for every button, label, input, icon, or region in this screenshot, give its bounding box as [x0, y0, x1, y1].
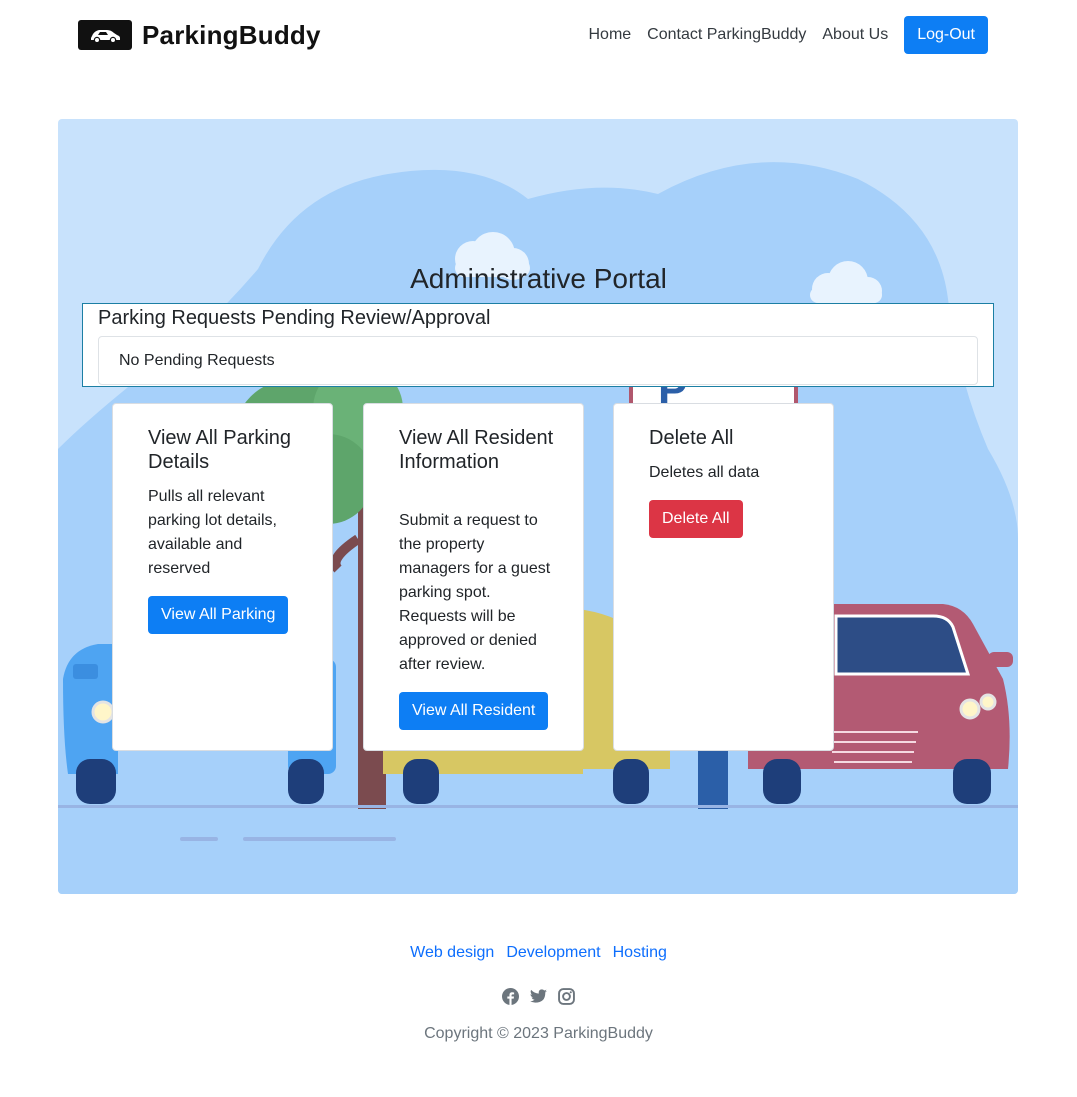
footer-links: Web design Development Hosting	[0, 944, 1077, 962]
nav-home[interactable]: Home	[588, 26, 631, 44]
nav-links: Home Contact ParkingBuddy About Us Log-O…	[588, 16, 988, 54]
card-view-parking: View All Parking Details Pulls all relev…	[112, 403, 333, 751]
copyright-text: Copyright © 2023 ParkingBuddy	[424, 1025, 653, 1042]
page-title: Administrative Portal	[410, 263, 667, 294]
card-delete-all: Delete All Deletes all data Delete All	[613, 403, 834, 751]
card-text: Submit a request to the property manager…	[399, 512, 551, 673]
facebook-icon[interactable]	[502, 987, 520, 1005]
card-text: Deletes all data	[649, 464, 760, 481]
brand[interactable]: ParkingBuddy	[78, 17, 321, 53]
nav-about[interactable]: About Us	[822, 26, 888, 44]
instagram-icon[interactable]	[558, 987, 576, 1005]
logout-button[interactable]: Log-Out	[904, 16, 988, 54]
footer-link-web-design[interactable]: Web design	[410, 944, 494, 962]
pending-requests-panel: Parking Requests Pending Review/Approval…	[82, 303, 994, 387]
pending-requests-title: Parking Requests Pending Review/Approval	[98, 307, 491, 329]
brand-name: ParkingBuddy	[142, 19, 321, 50]
card-title: Delete All	[649, 427, 734, 449]
pending-requests-list: No Pending Requests	[98, 336, 978, 385]
twitter-icon[interactable]	[530, 987, 548, 1005]
card-view-resident: View All Resident Information Submit a r…	[363, 403, 584, 751]
nav-contact[interactable]: Contact ParkingBuddy	[647, 26, 806, 44]
card-title: View All Parking Details	[148, 427, 292, 473]
card-text: Pulls all relevant parking lot details, …	[148, 488, 277, 577]
card-title: View All Resident Information	[399, 427, 554, 473]
delete-all-button[interactable]: Delete All	[649, 500, 743, 538]
social-icons	[0, 987, 1077, 1005]
footer-link-hosting[interactable]: Hosting	[613, 944, 667, 962]
navbar: ParkingBuddy Home Contact ParkingBuddy A…	[0, 0, 1077, 72]
view-all-parking-button[interactable]: View All Parking	[148, 596, 289, 634]
footer-link-development[interactable]: Development	[506, 944, 600, 962]
empty-state-text: No Pending Requests	[119, 352, 275, 369]
car-icon	[78, 20, 132, 50]
view-all-resident-button[interactable]: View All Resident	[399, 692, 549, 730]
